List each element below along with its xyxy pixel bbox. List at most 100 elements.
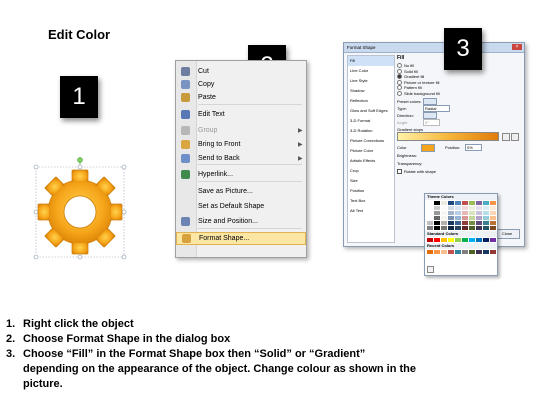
color-swatch[interactable] xyxy=(455,238,461,242)
color-swatch[interactable] xyxy=(490,201,496,205)
color-swatch[interactable] xyxy=(476,211,482,215)
color-swatch[interactable] xyxy=(483,201,489,205)
color-swatch[interactable] xyxy=(483,226,489,230)
color-swatch[interactable] xyxy=(476,226,482,230)
rotate-checkbox[interactable] xyxy=(397,169,402,174)
direction-dropdown[interactable] xyxy=(423,111,437,119)
color-swatch[interactable] xyxy=(448,250,454,254)
color-swatch[interactable] xyxy=(441,226,447,230)
color-swatch[interactable] xyxy=(462,206,468,210)
color-swatch[interactable] xyxy=(469,250,475,254)
category-item[interactable]: Crop xyxy=(348,166,394,176)
fill-option[interactable]: Gradient fill xyxy=(397,74,521,79)
gear-icon[interactable] xyxy=(32,157,128,261)
color-swatch[interactable] xyxy=(427,250,433,254)
color-swatch[interactable] xyxy=(483,221,489,225)
menu-item[interactable]: Size and Position... xyxy=(176,215,306,228)
color-swatch[interactable] xyxy=(441,221,447,225)
color-swatch[interactable] xyxy=(469,211,475,215)
color-swatch[interactable] xyxy=(462,250,468,254)
color-swatch[interactable] xyxy=(469,216,475,220)
color-swatch[interactable] xyxy=(483,238,489,242)
gear-shape[interactable] xyxy=(32,157,128,261)
color-swatch[interactable] xyxy=(483,250,489,254)
category-item[interactable]: Picture Color xyxy=(348,146,394,156)
color-swatch[interactable] xyxy=(462,221,468,225)
color-swatch[interactable] xyxy=(483,206,489,210)
color-swatch[interactable] xyxy=(476,238,482,242)
menu-item[interactable]: Paste xyxy=(176,91,306,104)
menu-item[interactable]: Hyperlink... xyxy=(176,168,306,181)
color-swatch[interactable] xyxy=(490,216,496,220)
category-item[interactable]: Alt Text xyxy=(348,206,394,216)
color-swatch[interactable] xyxy=(441,216,447,220)
color-swatch[interactable] xyxy=(427,216,433,220)
color-swatch[interactable] xyxy=(462,216,468,220)
menu-item[interactable]: Save as Picture... xyxy=(176,185,306,198)
color-swatch[interactable] xyxy=(434,226,440,230)
color-swatch[interactable] xyxy=(469,206,475,210)
color-swatch[interactable] xyxy=(427,211,433,215)
color-swatch[interactable] xyxy=(448,211,454,215)
color-swatch[interactable] xyxy=(434,238,440,242)
color-swatch[interactable] xyxy=(476,206,482,210)
color-swatch[interactable] xyxy=(490,250,496,254)
color-swatch[interactable] xyxy=(441,211,447,215)
category-item[interactable]: 3-D Format xyxy=(348,116,394,126)
category-item[interactable]: Line Style xyxy=(348,76,394,86)
color-swatch[interactable] xyxy=(448,226,454,230)
color-swatch[interactable] xyxy=(462,238,468,242)
menu-item[interactable]: Format Shape... xyxy=(176,232,306,245)
category-item[interactable]: 3-D Rotation xyxy=(348,126,394,136)
color-swatch[interactable] xyxy=(427,201,433,205)
radio-button[interactable] xyxy=(397,68,402,74)
color-swatch[interactable] xyxy=(483,211,489,215)
menu-item[interactable]: Edit Text xyxy=(176,108,306,121)
color-swatch[interactable] xyxy=(490,238,496,242)
radio-button[interactable] xyxy=(397,85,402,90)
color-swatch[interactable] xyxy=(469,226,475,230)
category-item[interactable]: Reflection xyxy=(348,96,394,106)
radio-button[interactable] xyxy=(397,63,402,68)
color-swatch[interactable] xyxy=(448,216,454,220)
preset-dropdown[interactable] xyxy=(423,97,437,105)
color-swatch[interactable] xyxy=(441,206,447,210)
color-swatch[interactable] xyxy=(469,201,475,205)
fill-option[interactable]: Pattern fill xyxy=(397,85,521,90)
color-swatch[interactable] xyxy=(441,238,447,242)
color-swatch[interactable] xyxy=(455,201,461,205)
color-swatch[interactable] xyxy=(469,238,475,242)
category-item[interactable]: Picture Corrections xyxy=(348,136,394,146)
radio-button[interactable] xyxy=(397,79,402,85)
category-item[interactable]: Size xyxy=(348,176,394,186)
color-swatch[interactable] xyxy=(476,221,482,225)
color-swatch[interactable] xyxy=(462,201,468,205)
category-item[interactable]: Text Box xyxy=(348,196,394,206)
color-swatch[interactable] xyxy=(476,250,482,254)
position-input[interactable]: 0% xyxy=(465,144,482,151)
color-picker-button[interactable] xyxy=(421,143,435,152)
angle-input[interactable]: 0° xyxy=(423,118,440,126)
color-swatch[interactable] xyxy=(455,250,461,254)
radio-button[interactable] xyxy=(397,90,402,96)
eyedropper-icon[interactable] xyxy=(427,266,434,273)
category-item[interactable]: Artistic Effects xyxy=(348,156,394,166)
color-swatch[interactable] xyxy=(434,216,440,220)
color-swatch[interactable] xyxy=(469,221,475,225)
color-swatch[interactable] xyxy=(455,211,461,215)
color-swatch[interactable] xyxy=(483,216,489,220)
color-swatch[interactable] xyxy=(434,221,440,225)
fill-option[interactable]: Picture or texture fill xyxy=(397,79,521,85)
category-item[interactable]: Fill xyxy=(348,56,394,66)
color-swatch[interactable] xyxy=(490,206,496,210)
radio-button[interactable] xyxy=(397,74,402,79)
menu-item[interactable]: Group ▶ xyxy=(176,124,306,137)
color-swatch[interactable] xyxy=(455,216,461,220)
type-dropdown[interactable]: Radial xyxy=(423,104,450,112)
color-swatch[interactable] xyxy=(448,206,454,210)
color-swatch[interactable] xyxy=(448,238,454,242)
color-swatch[interactable] xyxy=(427,226,433,230)
gradient-bar[interactable] xyxy=(397,132,499,141)
category-item[interactable]: Line Color xyxy=(348,66,394,76)
color-swatch[interactable] xyxy=(455,206,461,210)
